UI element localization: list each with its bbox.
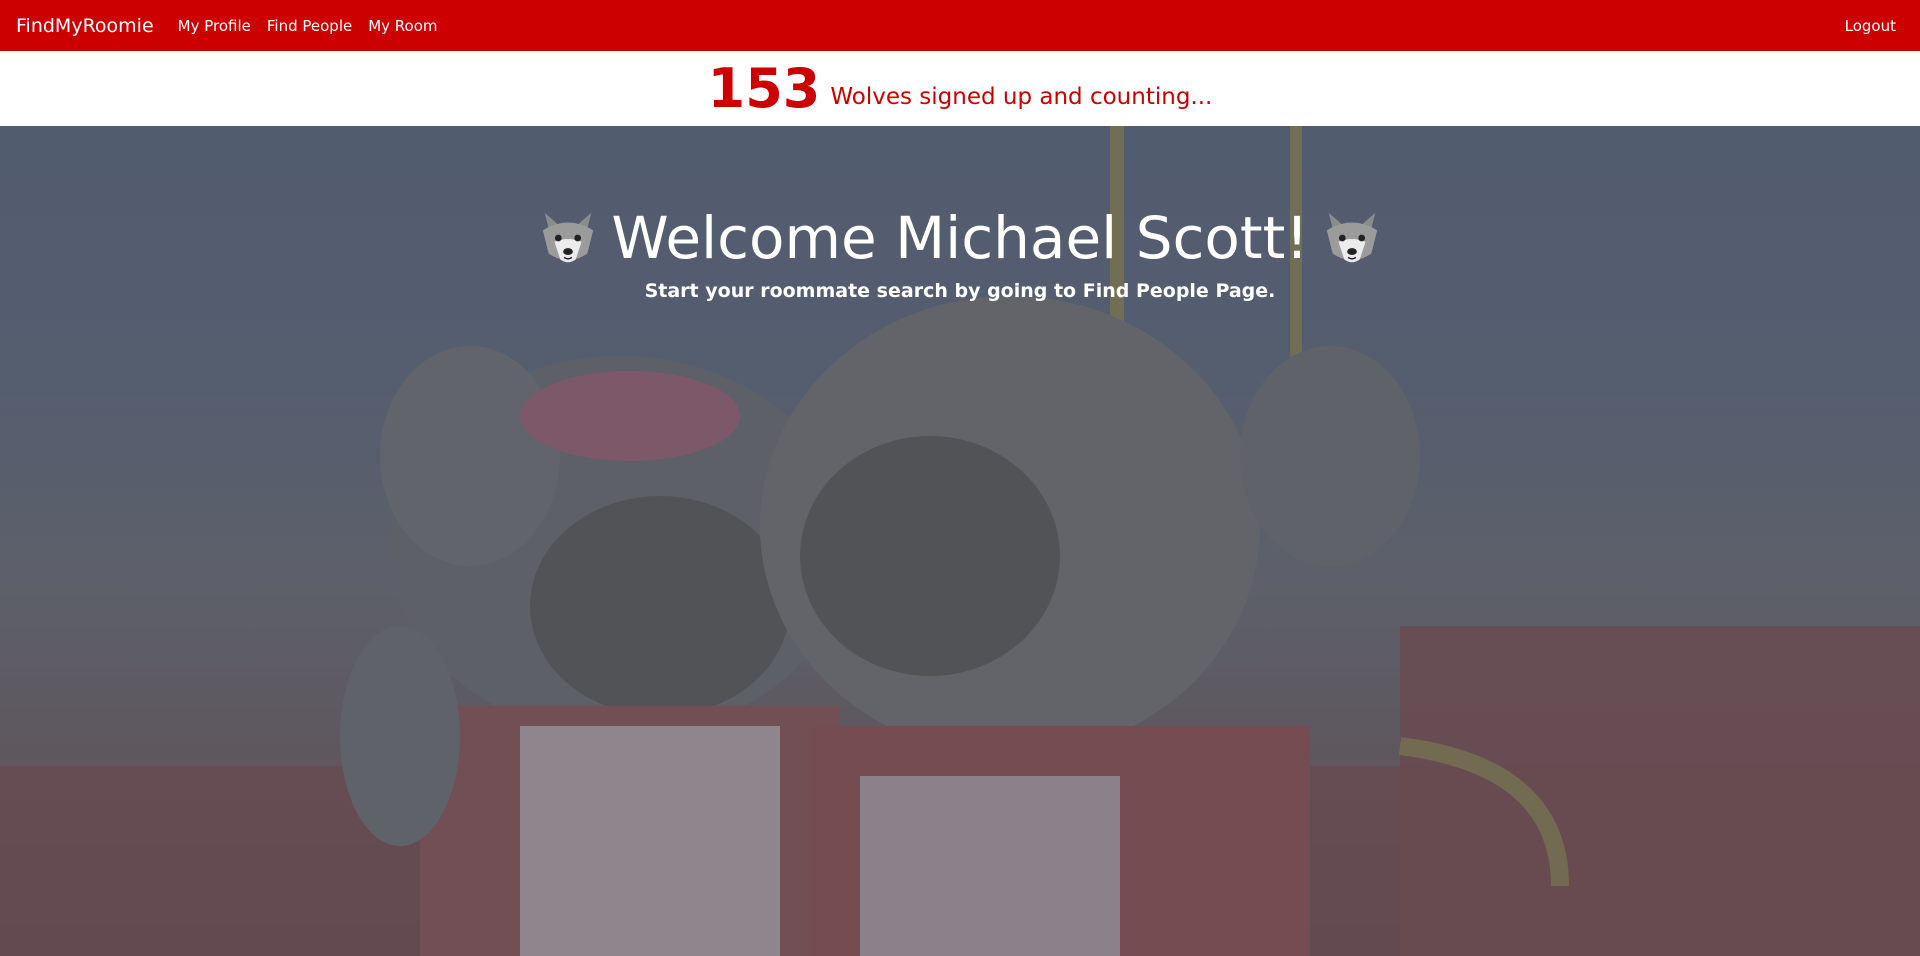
welcome-title: Welcome Michael Scott! <box>611 204 1309 272</box>
nav-find-people[interactable]: Find People <box>267 17 352 35</box>
wolf-face-icon <box>543 212 594 263</box>
welcome-heading: Welcome Michael Scott! <box>0 204 1920 272</box>
logout-link[interactable]: Logout <box>1845 17 1896 35</box>
nav-my-room[interactable]: My Room <box>368 17 437 35</box>
welcome-subtitle: Start your roommate search by going to F… <box>644 280 1276 302</box>
hero-section: Welcome Michael Scott! Start your roomma… <box>0 126 1920 956</box>
signup-counter: 153 Wolves signed up and counting... <box>0 51 1920 126</box>
brand-link[interactable]: FindMyRoomie <box>16 15 154 37</box>
signup-count: 153 <box>707 56 821 120</box>
wolf-face-icon <box>1326 212 1377 263</box>
nav-my-profile[interactable]: My Profile <box>178 17 251 35</box>
signup-count-text: Wolves signed up and counting... <box>830 83 1213 110</box>
top-navbar: FindMyRoomie My Profile Find People My R… <box>0 0 1920 51</box>
